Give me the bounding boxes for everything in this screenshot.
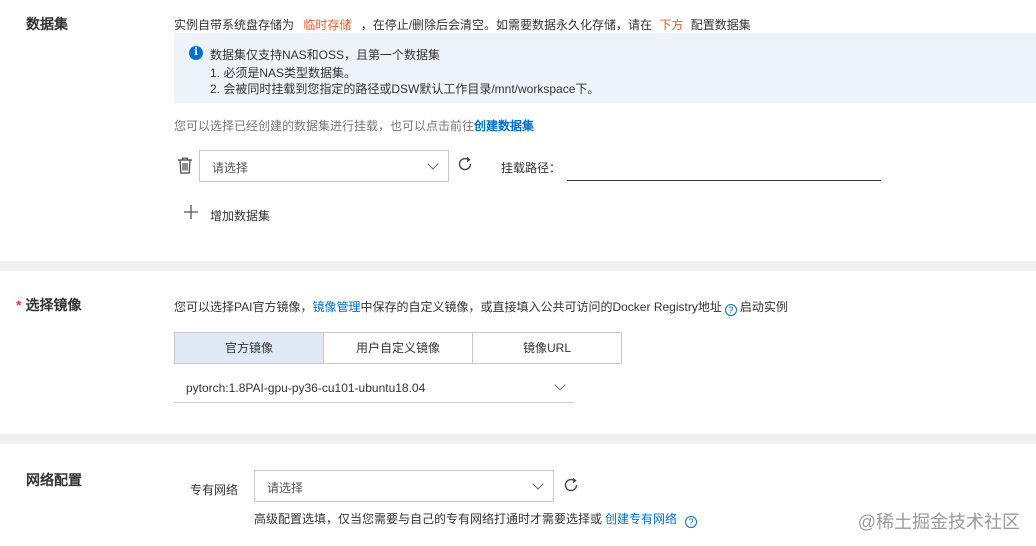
plus-icon[interactable] [183, 204, 199, 220]
mount-path-label: 挂载路径： [501, 161, 562, 175]
watermark: @稀土掘金技术社区 [857, 512, 1020, 532]
vpc-label: 专有网络 [190, 483, 239, 497]
dataset-select[interactable]: 请选择 [199, 150, 449, 182]
chevron-down-icon [554, 379, 566, 391]
below-highlight: 下方 [659, 18, 684, 32]
section-divider [0, 434, 1036, 444]
trash-icon[interactable] [177, 157, 193, 174]
temp-storage-highlight: 临时存储 [303, 18, 352, 32]
dataset-hint: 您可以选择已经创建的数据集进行挂载，也可以点击前往创建数据集 [174, 119, 535, 133]
image-management-link[interactable]: 镜像管理 [312, 300, 360, 314]
image-select-value: pytorch:1.8PAI-gpu-py36-cu101-ubuntu18.0… [186, 381, 426, 395]
vpc-select[interactable]: 请选择 [254, 470, 554, 502]
tab-custom-image[interactable]: 用户自定义镜像 [324, 333, 473, 363]
add-dataset-button[interactable]: 增加数据集 [210, 207, 270, 224]
section-divider [0, 261, 1036, 271]
info-line-2: 2. 会被同时挂载到您指定的路径或DSW默认工作目录/mnt/workspace… [210, 82, 600, 96]
tab-official-image[interactable]: 官方镜像 [175, 333, 324, 363]
create-vpc-link[interactable]: 创建专有网络 [605, 512, 677, 526]
image-title: * 选择镜像 [16, 297, 82, 313]
info-line-1: 1. 必须是NAS类型数据集。 [210, 66, 357, 80]
info-title: 数据集仅支持NAS和OSS，且第一个数据集 [210, 48, 441, 62]
image-select[interactable]: pytorch:1.8PAI-gpu-py36-cu101-ubuntu18.0… [174, 373, 574, 403]
help-icon[interactable]: ? [685, 516, 698, 528]
dataset-section: 数据集 实例自带系统盘存储为 临时存储 ，在停止/删除后会清空。如需要数据永久化… [0, 0, 1036, 261]
dataset-info-box: i 数据集仅支持NAS和OSS，且第一个数据集 1. 必须是NAS类型数据集。 … [174, 33, 1036, 103]
refresh-icon[interactable] [457, 156, 473, 172]
help-icon[interactable]: ? [724, 304, 737, 316]
refresh-icon[interactable] [563, 477, 579, 493]
required-mark: * [16, 297, 22, 313]
info-icon: i [189, 46, 203, 60]
vpc-select-value: 请选择 [267, 481, 304, 495]
create-dataset-link[interactable]: 创建数据集 [474, 119, 534, 133]
image-source-tabs: 官方镜像 用户自定义镜像 镜像URL [174, 332, 622, 364]
network-title: 网络配置 [26, 472, 82, 488]
dataset-select-value: 请选择 [212, 161, 249, 175]
dataset-title: 数据集 [26, 16, 68, 32]
dataset-description: 实例自带系统盘存储为 临时存储 ，在停止/删除后会清空。如需要数据永久化存储，请… [174, 18, 751, 32]
vpc-hint: 高级配置选填，仅当您需要与自己的专有网络打通时才需要选择或 创建专有网络? [254, 510, 700, 528]
image-description: 您可以选择PAI官方镜像，镜像管理中保存的自定义镜像，或直接填入公共可访问的Do… [174, 300, 788, 316]
chevron-down-icon [427, 158, 439, 170]
chevron-down-icon [532, 478, 544, 490]
tab-image-url[interactable]: 镜像URL [473, 333, 621, 363]
mount-path-input[interactable] [567, 156, 881, 181]
